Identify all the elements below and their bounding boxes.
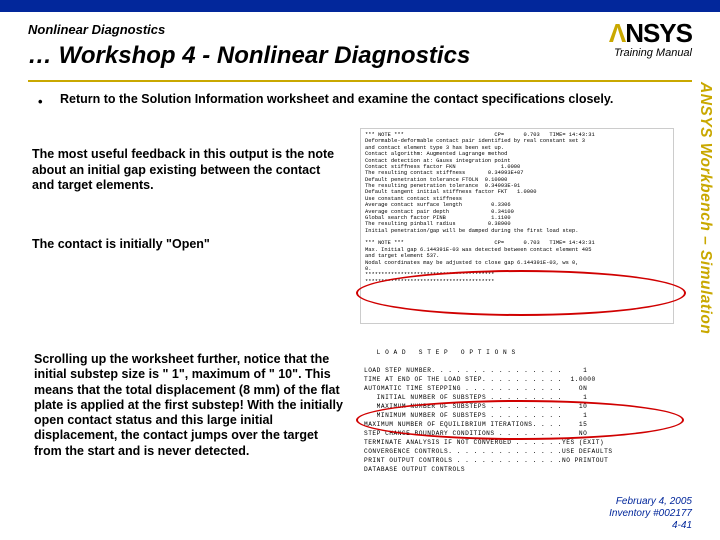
gold-divider: [28, 80, 692, 82]
slide: Nonlinear Diagnostics … Workshop 4 - Non…: [0, 0, 720, 540]
bullet-text: Return to the Solution Information works…: [60, 92, 680, 108]
footer: February 4, 2005 Inventory #002177 4-41: [609, 496, 692, 532]
header-small: Nonlinear Diagnostics: [28, 22, 165, 37]
highlight-ellipse-gap: [356, 270, 686, 316]
logo-text: NSYS: [625, 18, 692, 48]
vertical-brand-label: ANSYS Workbench – Simulation: [690, 82, 714, 482]
lambda-icon: Λ: [609, 18, 625, 48]
footer-page: 4-41: [609, 520, 692, 532]
highlight-ellipse-substeps: [356, 400, 684, 440]
page-title: … Workshop 4 - Nonlinear Diagnostics: [28, 42, 470, 70]
solver-output-top-text: *** NOTE *** CP= 0.703 TIME= 14:43:31 De…: [361, 129, 673, 288]
training-manual-label: Training Manual: [609, 47, 692, 59]
logo-area: ΛNSYS Training Manual: [609, 18, 692, 59]
bullet-marker: •: [38, 94, 43, 109]
note-substeps: Scrolling up the worksheet further, noti…: [34, 352, 349, 459]
footer-date: February 4, 2005: [609, 496, 692, 508]
footer-inventory: Inventory #002177: [609, 508, 692, 520]
note-feedback: The most useful feedback in this output …: [32, 147, 342, 194]
note-open-contact: The contact is initially "Open": [32, 237, 342, 253]
ansys-logo: ΛNSYS: [609, 18, 692, 49]
